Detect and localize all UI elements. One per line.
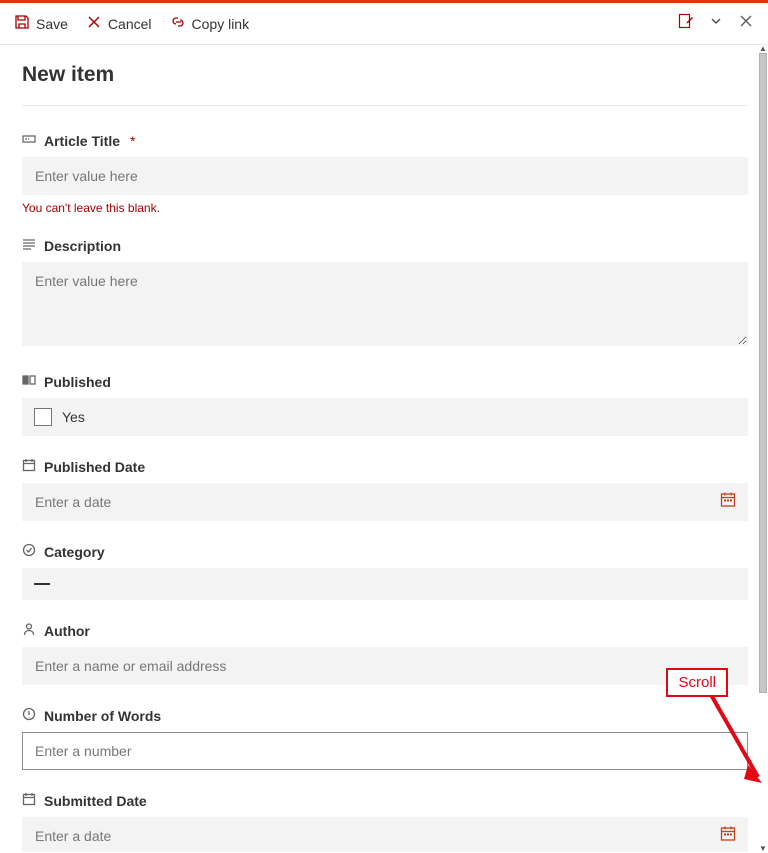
field-category: Category [22, 543, 748, 600]
copy-link-label: Copy link [192, 16, 250, 32]
cancel-button[interactable]: Cancel [86, 14, 152, 33]
calendar-icon [22, 458, 36, 475]
published-checkbox[interactable] [34, 408, 52, 426]
field-label: Category [44, 544, 105, 560]
yesno-icon [22, 373, 36, 390]
chevron-down-icon[interactable] [708, 13, 724, 34]
choice-icon [22, 543, 36, 560]
multiline-icon [22, 237, 36, 254]
category-select[interactable] [22, 568, 748, 600]
form-panel: New item Article Title * You can't leave… [0, 45, 756, 852]
date-picker-icon[interactable] [720, 492, 736, 513]
edit-form-icon[interactable] [678, 13, 694, 34]
field-label: Published Date [44, 459, 145, 475]
field-description: Description [22, 237, 748, 351]
save-label: Save [36, 16, 68, 32]
text-icon [22, 132, 36, 149]
cancel-icon [86, 14, 102, 33]
field-label: Published [44, 374, 111, 390]
field-published-date: Published Date [22, 458, 748, 521]
annotation-callout: Scroll [666, 668, 728, 697]
field-number-of-words: Number of Words [22, 707, 748, 770]
page-title: New item [22, 63, 756, 87]
submitted-date-input[interactable] [22, 817, 748, 852]
checkbox-label: Yes [62, 409, 85, 425]
copy-link-button[interactable]: Copy link [170, 14, 250, 33]
author-input[interactable] [22, 647, 748, 685]
number-icon [22, 707, 36, 724]
field-label: Submitted Date [44, 793, 147, 809]
field-label: Description [44, 238, 121, 254]
required-mark: * [130, 133, 135, 149]
scroll-up-arrow[interactable]: ▲ [759, 44, 767, 53]
words-input[interactable] [22, 732, 748, 770]
person-icon [22, 622, 36, 639]
save-icon [14, 14, 30, 33]
validation-error: You can't leave this blank. [22, 201, 748, 215]
calendar-icon [22, 792, 36, 809]
field-label: Number of Words [44, 708, 161, 724]
category-empty-dash [34, 583, 50, 585]
link-icon [170, 14, 186, 33]
divider [22, 105, 748, 106]
published-date-input[interactable] [22, 483, 748, 521]
vertical-scrollbar[interactable]: ▲ ▼ [756, 45, 768, 852]
close-icon[interactable] [738, 13, 754, 34]
cancel-label: Cancel [108, 16, 152, 32]
command-bar: Save Cancel Copy link [0, 3, 768, 45]
field-author: Author [22, 622, 748, 685]
article-title-input[interactable] [22, 157, 748, 195]
field-article-title: Article Title * You can't leave this bla… [22, 132, 748, 215]
save-button[interactable]: Save [14, 14, 68, 33]
field-label: Author [44, 623, 90, 639]
field-published: Published Yes [22, 373, 748, 436]
field-submitted-date: Submitted Date [22, 792, 748, 852]
date-picker-icon[interactable] [720, 826, 736, 847]
description-input[interactable] [22, 262, 748, 346]
field-label: Article Title [44, 133, 120, 149]
scrollbar-thumb[interactable] [759, 53, 767, 693]
